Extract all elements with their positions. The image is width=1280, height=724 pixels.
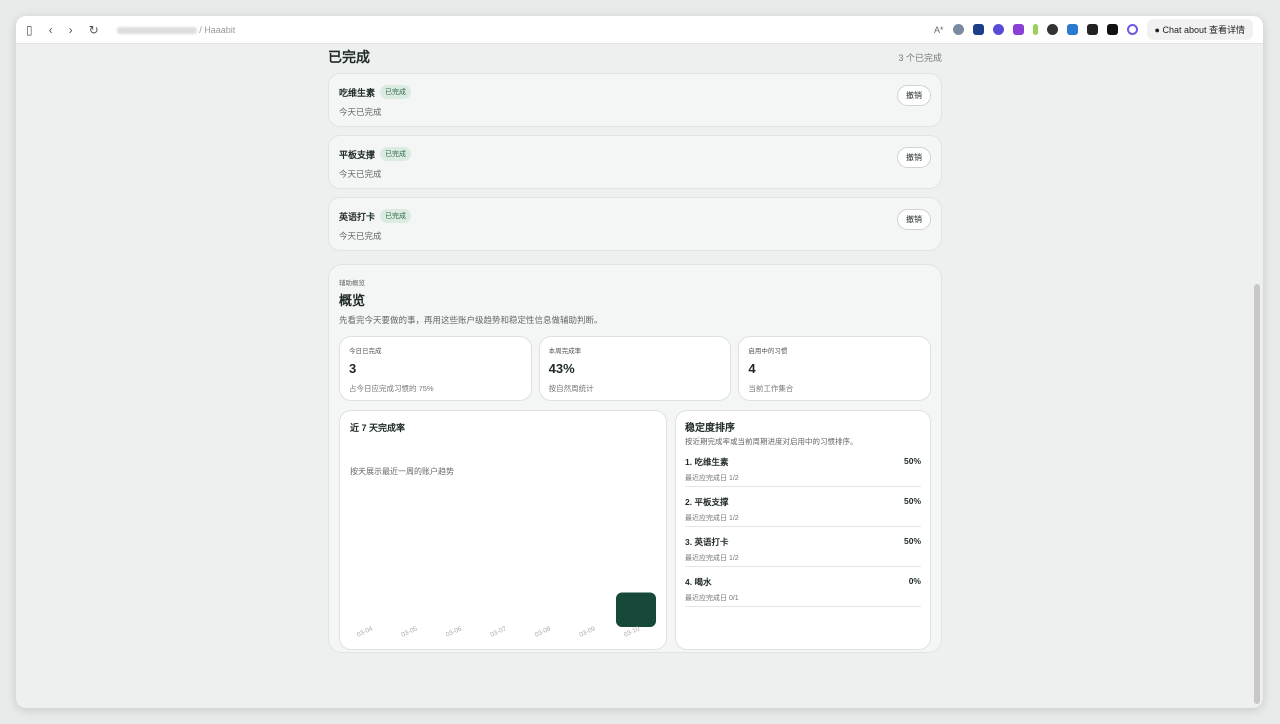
- overview-title: 概览: [339, 293, 366, 308]
- extension-icon[interactable]: [1126, 24, 1138, 35]
- stat-label: 启用中的习惯: [748, 348, 788, 355]
- habit-name: 吃维生素: [339, 87, 376, 98]
- ranking-percent: 50%: [903, 536, 921, 546]
- stat-value: 3: [349, 361, 357, 376]
- reload-icon[interactable]: ↻: [89, 23, 99, 37]
- stat-card: 今日已完成 3 占今日应完成习惯的 75%: [339, 336, 532, 401]
- status-badge: 已完成: [380, 147, 412, 161]
- extension-icon[interactable]: [1106, 24, 1118, 35]
- x-tick-label: 03-08: [534, 625, 552, 639]
- ranking-name: 3. 英语打卡: [685, 537, 729, 547]
- ranking-item: 1. 吃维生素 50% 最近应完成日 1/2: [685, 447, 921, 487]
- reader-icon[interactable]: A*: [934, 25, 944, 35]
- ranking-title: 稳定度排序: [685, 423, 735, 434]
- x-tick-label: 03-09: [578, 625, 596, 639]
- habit-name: 英语打卡: [339, 211, 376, 222]
- x-tick-label: 03-10: [623, 625, 641, 639]
- ranking-item: 3. 英语打卡 50% 最近应完成日 1/2: [685, 527, 921, 567]
- habit-status: 今天已完成: [339, 169, 382, 179]
- undo-button[interactable]: 撤销: [897, 209, 931, 230]
- completed-habit-card: 吃维生素 已完成今天已完成 撤销: [328, 73, 942, 127]
- trend-chart: 近 7 天完成率 按天展示最近一周的账户趋势 03-04 03-05 03-06 03…: [339, 410, 667, 650]
- stat-label: 本周完成率: [548, 348, 582, 355]
- ranking-percent: 0%: [908, 576, 921, 586]
- stat-card: 启用中的习惯 4 当前工作集合: [738, 336, 932, 401]
- ranking-subtitle: 按近期完成率或当前周期进度对启用中的习惯排序。: [685, 437, 858, 446]
- ranking-item: 4. 喝水 0% 最近应完成日 0/1: [685, 567, 921, 607]
- browser-window: ▯ ‹ › ↻ / Haaabit A* ● Chat about 查看详情 已完成 3…: [16, 16, 1263, 708]
- url-text: / Haaabit: [199, 24, 236, 35]
- stat-card: 本周完成率 43% 按自然周统计: [538, 336, 732, 401]
- extension-icon[interactable]: [992, 24, 1004, 35]
- completed-habit-card: 英语打卡 已完成今天已完成 撤销: [328, 197, 942, 251]
- address-bar[interactable]: / Haaabit: [116, 24, 236, 35]
- overview-description: 先看完今天要做的事，再用这些账户级趋势和稳定性信息做辅助判断。: [339, 315, 603, 325]
- forward-icon[interactable]: ›: [69, 23, 73, 37]
- x-tick-label: 03-04: [356, 625, 374, 639]
- ranking-percent: 50%: [903, 496, 921, 506]
- stability-ranking: 稳定度排序 按近期完成率或当前周期进度对启用中的习惯排序。 1. 吃维生素 50%…: [675, 410, 931, 650]
- extension-icon[interactable]: [1012, 24, 1024, 35]
- undo-button[interactable]: 撤销: [897, 85, 931, 106]
- ranking-note: 最近应完成日 1/2: [685, 555, 739, 562]
- stat-label: 今日已完成: [349, 348, 382, 355]
- extension-icon[interactable]: [972, 24, 984, 35]
- status-badge: 已完成: [380, 85, 412, 99]
- overview-panel: 辅助概览 概览 先看完今天要做的事，再用这些账户级趋势和稳定性信息做辅助判断。 …: [328, 264, 942, 653]
- extension-icon[interactable]: [1086, 24, 1098, 35]
- stat-note: 按自然周统计: [548, 384, 594, 393]
- overview-kicker: 辅助概览: [339, 280, 365, 287]
- ranking-name: 1. 吃维生素: [685, 457, 729, 467]
- chat-about-button[interactable]: ● Chat about 查看详情: [1146, 19, 1253, 40]
- scrollbar[interactable]: [1254, 284, 1260, 704]
- undo-button[interactable]: 撤销: [897, 147, 931, 168]
- status-badge: 已完成: [380, 209, 412, 223]
- stat-note: 占今日应完成习惯的 75%: [349, 384, 434, 393]
- stat-note: 当前工作集合: [748, 384, 794, 393]
- habit-status: 今天已完成: [339, 231, 382, 241]
- section-title: 已完成: [328, 49, 370, 65]
- chart-bar: [616, 592, 656, 627]
- stat-value: 43%: [548, 361, 575, 376]
- ranking-note: 最近应完成日 1/2: [685, 475, 739, 482]
- sidebar-icon[interactable]: ▯: [26, 23, 33, 37]
- ranking-name: 4. 喝水: [685, 577, 712, 587]
- extension-icon[interactable]: [952, 24, 964, 35]
- chat-label: Chat about 查看详情: [1162, 25, 1245, 35]
- ranking-percent: 50%: [903, 456, 921, 466]
- back-icon[interactable]: ‹: [49, 23, 53, 37]
- habit-status: 今天已完成: [339, 107, 382, 117]
- extension-icon[interactable]: [1032, 24, 1038, 35]
- extension-icon[interactable]: [1046, 24, 1058, 35]
- x-tick-label: 03-06: [445, 625, 463, 639]
- ranking-note: 最近应完成日 0/1: [685, 595, 739, 602]
- chart-svg: 03-04 03-05 03-06 03-07 03-08 03-09 03-10: [356, 592, 656, 639]
- completed-count: 3 个已完成: [898, 52, 942, 63]
- completed-habit-card: 平板支撑 已完成今天已完成 撤销: [328, 135, 942, 189]
- x-tick-label: 03-05: [400, 625, 418, 639]
- ranking-item: 2. 平板支撑 50% 最近应完成日 1/2: [685, 487, 921, 527]
- habit-name: 平板支撑: [339, 149, 376, 160]
- extension-icon[interactable]: [1066, 24, 1078, 35]
- browser-toolbar: ▯ ‹ › ↻ / Haaabit A* ● Chat about 查看详情: [16, 16, 1263, 44]
- ranking-note: 最近应完成日 1/2: [685, 515, 739, 522]
- x-tick-label: 03-07: [489, 625, 507, 639]
- ranking-name: 2. 平板支撑: [685, 497, 729, 507]
- stat-value: 4: [748, 361, 756, 376]
